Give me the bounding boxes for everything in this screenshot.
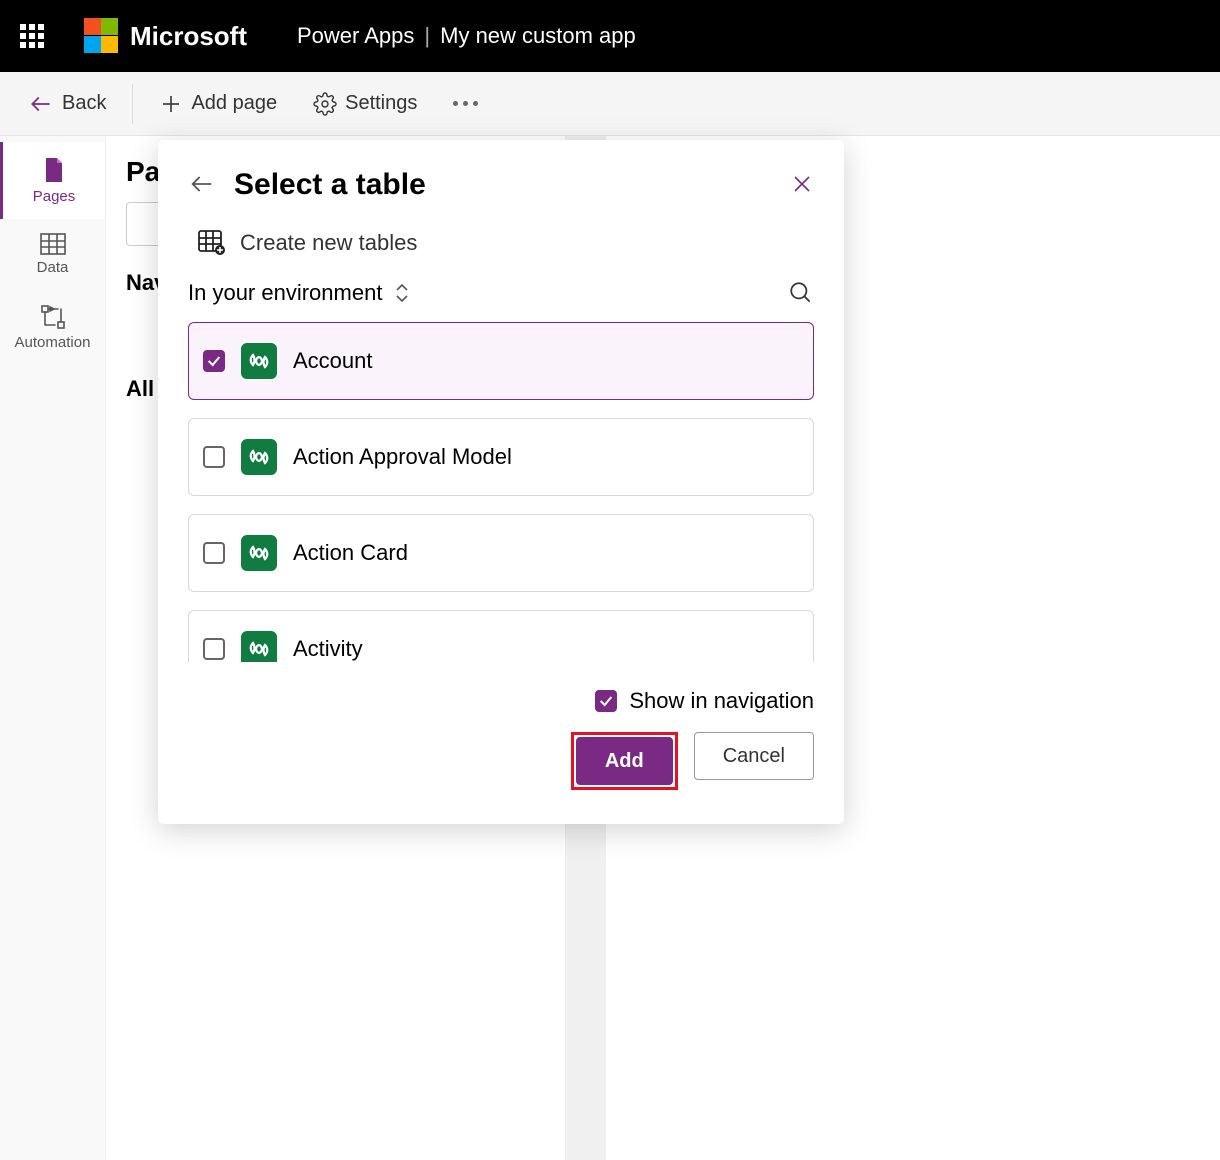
show-in-navigation-option[interactable]: Show in navigation bbox=[188, 688, 814, 714]
table-label: Action Approval Model bbox=[293, 444, 512, 470]
microsoft-logo-icon bbox=[84, 18, 120, 54]
close-icon bbox=[790, 172, 814, 196]
cancel-button[interactable]: Cancel bbox=[694, 732, 814, 780]
breadcrumb-separator: | bbox=[424, 23, 430, 49]
table-label: Action Card bbox=[293, 540, 408, 566]
global-header: Microsoft Power Apps | My new custom app bbox=[0, 0, 1220, 72]
create-new-label: Create new tables bbox=[240, 230, 417, 256]
table-label: Activity bbox=[293, 636, 363, 662]
table-item-action-card[interactable]: Action Card bbox=[188, 514, 814, 592]
search-icon[interactable] bbox=[788, 280, 814, 306]
rail-data[interactable]: Data bbox=[0, 219, 105, 290]
app-breadcrumb: Power Apps | My new custom app bbox=[297, 23, 636, 49]
create-new-tables-button[interactable]: Create new tables bbox=[188, 224, 814, 262]
dialog-title: Select a table bbox=[234, 168, 426, 202]
checkbox[interactable] bbox=[203, 542, 225, 564]
dialog-back-button[interactable] bbox=[188, 170, 216, 201]
command-bar: Back Add page Settings bbox=[0, 72, 1220, 136]
table-list: Account Action Approval Model Action Car… bbox=[188, 322, 814, 662]
dataverse-icon bbox=[241, 631, 277, 662]
checkbox[interactable] bbox=[203, 638, 225, 660]
checkbox[interactable] bbox=[595, 690, 617, 712]
table-item-account[interactable]: Account bbox=[188, 322, 814, 400]
app-name[interactable]: Power Apps bbox=[297, 23, 414, 49]
add-page-button[interactable]: Add page bbox=[149, 86, 287, 122]
table-plus-icon bbox=[198, 230, 226, 256]
table-icon bbox=[40, 233, 66, 255]
settings-button[interactable]: Settings bbox=[303, 86, 427, 122]
environment-label: In your environment bbox=[188, 280, 382, 306]
app-title[interactable]: My new custom app bbox=[440, 23, 636, 49]
back-button[interactable]: Back bbox=[18, 85, 116, 123]
gear-icon bbox=[313, 92, 337, 116]
rail-pages-label: Pages bbox=[33, 188, 76, 205]
table-label: Account bbox=[293, 348, 373, 374]
table-item-action-approval-model[interactable]: Action Approval Model bbox=[188, 418, 814, 496]
dataverse-icon bbox=[241, 343, 277, 379]
rail-automation[interactable]: Automation bbox=[0, 290, 105, 365]
flow-icon bbox=[40, 304, 66, 330]
rail-pages[interactable]: Pages bbox=[0, 142, 105, 219]
arrow-left-icon bbox=[28, 91, 54, 117]
back-label: Back bbox=[62, 92, 106, 115]
checkbox[interactable] bbox=[203, 446, 225, 468]
add-page-label: Add page bbox=[191, 92, 277, 115]
select-table-dialog: Select a table Create new tables In your… bbox=[158, 140, 844, 824]
page-icon bbox=[42, 156, 66, 184]
checkbox[interactable] bbox=[203, 350, 225, 372]
dataverse-icon bbox=[241, 535, 277, 571]
dialog-close-button[interactable] bbox=[790, 172, 814, 199]
app-launcher-icon[interactable] bbox=[20, 24, 44, 48]
separator bbox=[132, 84, 133, 124]
arrow-left-icon bbox=[188, 170, 216, 198]
rail-data-label: Data bbox=[37, 259, 69, 276]
show-nav-label: Show in navigation bbox=[629, 688, 814, 714]
sort-icon[interactable] bbox=[392, 281, 412, 305]
table-item-activity[interactable]: Activity bbox=[188, 610, 814, 662]
add-button[interactable]: Add bbox=[576, 737, 673, 785]
rail-automation-label: Automation bbox=[15, 334, 91, 351]
more-button[interactable] bbox=[443, 101, 488, 106]
dataverse-icon bbox=[241, 439, 277, 475]
highlight-box: Add bbox=[571, 732, 678, 790]
plus-icon bbox=[159, 92, 183, 116]
settings-label: Settings bbox=[345, 92, 417, 115]
brand-label: Microsoft bbox=[130, 21, 247, 52]
left-rail: Pages Data Automation bbox=[0, 136, 106, 1160]
